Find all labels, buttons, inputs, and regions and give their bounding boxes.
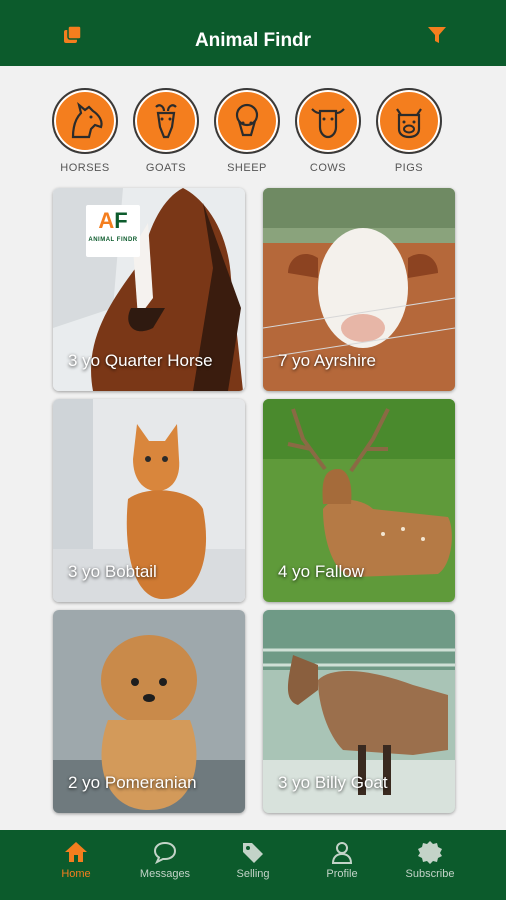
category-horses[interactable]: HORSES [50,88,120,174]
category-pigs[interactable]: PIGS [374,88,444,174]
category-label: COWS [309,162,347,174]
person-icon [297,840,387,866]
listing-card-dog[interactable]: 2 yo Pomeranian [53,610,245,813]
listing-caption: 2 yo Pomeranian [68,773,197,792]
category-goats[interactable]: GOATS [131,88,201,174]
nav-label: Subscribe [405,868,455,880]
listing-card-horse[interactable]: AF ANIMAL FINDR 3 yo Quarter Horse [53,188,245,391]
nav-messages[interactable]: Messages [120,830,210,900]
nav-label: Messages [139,868,191,880]
home-icon [31,840,121,866]
listing-card-cat[interactable]: 3 yo Bobtail [53,399,245,602]
filter-icon[interactable] [426,24,448,46]
listing-card-goat[interactable]: 3 yo Billy Goat [263,610,455,813]
cow-icon [295,88,361,154]
category-label: SHEEP [227,162,267,174]
listing-card-cow[interactable]: 7 yo Ayrshire [263,188,455,391]
animal-findr-logo: AF ANIMAL FINDR [86,205,140,257]
category-cows[interactable]: COWS [293,88,363,174]
horse-icon [52,88,118,154]
nav-label: Selling [236,868,270,880]
bottom-nav: Home Messages Selling Profile Subscribe [0,830,506,900]
goat-icon [133,88,199,154]
category-sheep[interactable]: SHEEP [212,88,282,174]
listing-caption: 7 yo Ayrshire [278,351,376,370]
listing-caption: 4 yo Fallow [278,562,364,581]
nav-selling[interactable]: Selling [208,830,298,900]
nav-profile[interactable]: Profile [297,830,387,900]
sheep-icon [214,88,280,154]
listing-caption: 3 yo Billy Goat [278,773,388,792]
badge-icon [385,840,475,866]
category-label: HORSES [60,162,110,174]
listing-card-deer[interactable]: 4 yo Fallow [263,399,455,602]
nav-label: Home [61,868,91,880]
listing-caption: 3 yo Bobtail [68,562,157,581]
nav-label: Profile [326,868,358,880]
category-bar: HORSES GOATS SHEEP COWS PIGS [0,88,506,183]
listing-caption: 3 yo Quarter Horse [68,351,213,370]
app-header: Animal Findr [0,0,506,66]
pig-icon [376,88,442,154]
category-label: GOATS [145,162,187,174]
nav-subscribe[interactable]: Subscribe [385,830,475,900]
chat-bubble-icon [120,840,210,866]
tag-icon [208,840,298,866]
category-label: PIGS [394,162,424,174]
nav-home[interactable]: Home [31,830,121,900]
